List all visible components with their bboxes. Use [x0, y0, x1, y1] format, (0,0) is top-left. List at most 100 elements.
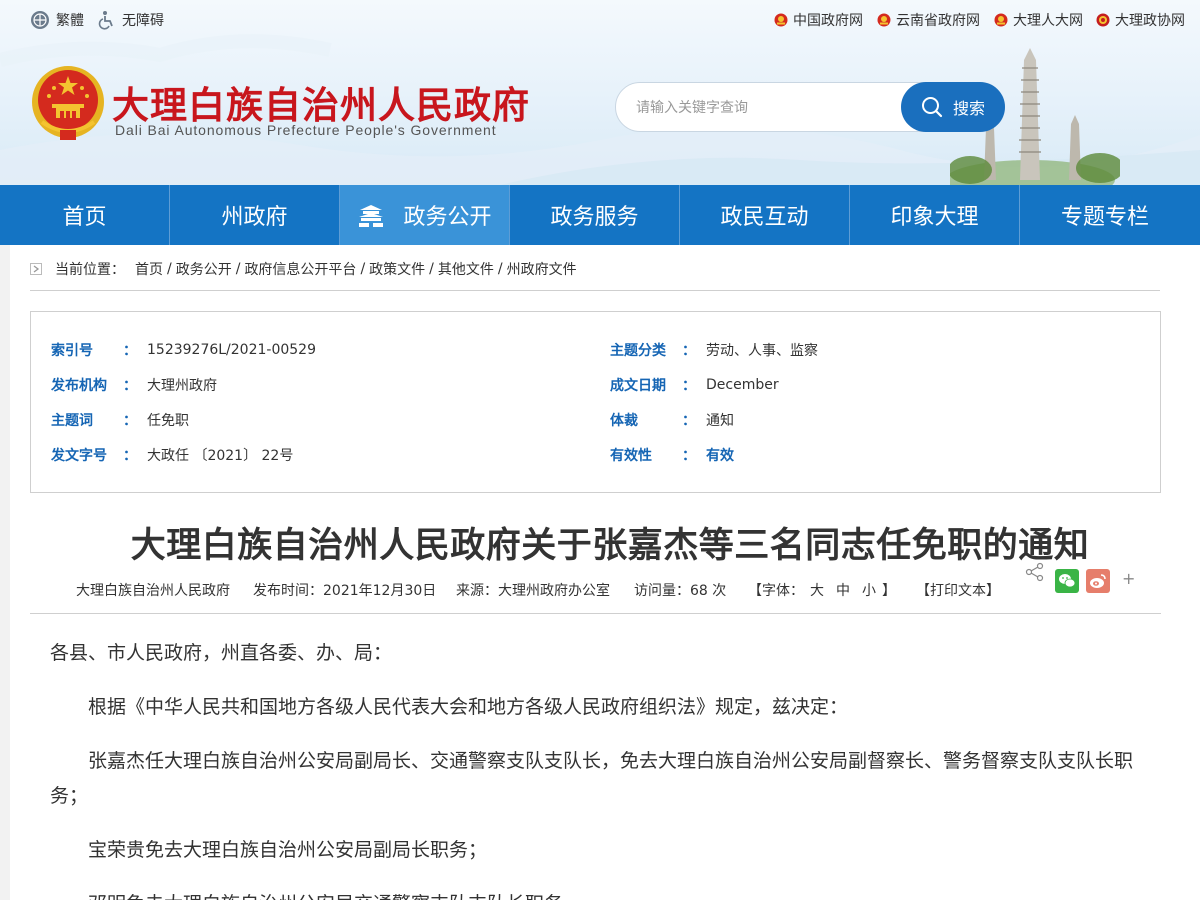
- meta-row-index-number: 索引号 ： 15239276L/2021-00529: [51, 339, 316, 361]
- meta-row-keywords: 主题词 ： 任免职: [51, 409, 189, 431]
- link-yunnan-gov[interactable]: 云南省政府网: [877, 10, 980, 30]
- nav-item-gov-affairs-disclosure[interactable]: 政务公开: [340, 185, 510, 245]
- article-source: 来源：大理州政府办公室: [456, 583, 610, 599]
- national-emblem-icon: [877, 13, 891, 27]
- link-label: 云南省政府网: [896, 13, 980, 29]
- content-salutation: 各县、市人民政府，州直各委、办、局：: [50, 642, 393, 664]
- meta-value: 大理州政府: [147, 378, 217, 394]
- nav-label: 政民互动: [720, 205, 809, 230]
- accessibility-toggle[interactable]: 无障碍: [96, 10, 164, 30]
- meta-row-document-number: 发文字号 ： 大政任 〔2021〕 22号: [51, 444, 293, 466]
- article-visit-count: 访问量：68 次: [634, 583, 727, 599]
- content-paragraph: 张嘉杰任大理白族自治州公安局副局长、交通警察支队支队长，免去大理白族自治州公安局…: [50, 750, 1134, 807]
- meta-row-topic-category: 主题分类 ： 劳动、人事、监察: [610, 339, 818, 361]
- meta-label: 体裁: [610, 413, 638, 429]
- nav-item-home[interactable]: 首页: [0, 185, 170, 245]
- article-publisher: 大理白族自治州人民政府: [76, 583, 230, 599]
- nav-label: 政务公开: [403, 205, 492, 230]
- search-button[interactable]: 搜索: [901, 82, 1005, 132]
- nav-item-public-interaction[interactable]: 政民互动: [680, 185, 850, 245]
- meta-label: 发布机构: [51, 378, 107, 394]
- article-title: 大理白族自治州人民政府关于张嘉杰等三名同志任免职的通知: [130, 526, 1090, 566]
- document-metadata-box: 索引号 ： 15239276L/2021-00529 发布机构 ： 大理州政府 …: [30, 311, 1161, 493]
- meta-value: December: [706, 377, 779, 393]
- breadcrumb-item-disclosure[interactable]: 政务公开: [176, 259, 232, 279]
- meta-value: 劳动、人事、监察: [706, 343, 818, 359]
- link-label: 大理人大网: [1013, 13, 1083, 29]
- meta-value: 15239276L/2021-00529: [147, 342, 316, 358]
- meta-colon: ：: [682, 413, 696, 429]
- content-paragraph: 邓明免去大理白族自治州公安局交通警察支队支队长职务。: [50, 887, 1150, 900]
- breadcrumb-item-other-docs[interactable]: 其他文件: [438, 259, 494, 279]
- nav-item-impression-dali[interactable]: 印象大理: [850, 185, 1020, 245]
- globe-icon: [31, 11, 49, 29]
- link-china-gov[interactable]: 中国政府网: [774, 10, 863, 30]
- meta-row-issuing-agency: 发布机构 ： 大理州政府: [51, 374, 217, 396]
- font-size-small-button[interactable]: 小: [862, 583, 876, 599]
- link-label: 大理政协网: [1115, 13, 1185, 29]
- share-wechat-button[interactable]: [1055, 569, 1079, 593]
- tiananmen-icon: [359, 205, 384, 227]
- nav-label: 专题专栏: [1060, 205, 1149, 230]
- meta-colon: ：: [682, 448, 696, 464]
- font-size-label-close: 】: [882, 583, 896, 599]
- share-icon[interactable]: [1025, 562, 1045, 582]
- breadcrumb-item-prefecture-docs[interactable]: 州政府文件: [507, 259, 577, 279]
- nav-item-gov-services[interactable]: 政务服务: [510, 185, 680, 245]
- meta-label: 发文字号: [51, 448, 107, 464]
- font-size-label-open: 【字体：: [748, 583, 804, 599]
- site-subtitle: Dali Bai Autonomous Prefecture People's …: [115, 122, 497, 138]
- wheelchair-icon: [98, 11, 113, 30]
- meta-label: 主题词: [51, 413, 93, 429]
- share-weibo-button[interactable]: [1086, 569, 1110, 593]
- print-text-button[interactable]: 【打印文本】: [916, 580, 1000, 600]
- traditional-chinese-toggle[interactable]: 繁體: [30, 10, 84, 30]
- breadcrumb-separator: /: [497, 260, 503, 277]
- top-utility-bar: 繁體 无障碍 中国政府网 云南省政府网 大理人大网 大理政协网: [0, 0, 1200, 40]
- weibo-icon: [1090, 574, 1106, 588]
- nav-item-special-topics[interactable]: 专题专栏: [1020, 185, 1190, 245]
- search-button-label: 搜索: [952, 99, 985, 118]
- validity-status: 有效: [706, 448, 734, 464]
- meta-colon: ：: [123, 343, 137, 359]
- national-emblem-logo[interactable]: [30, 64, 106, 144]
- search-input[interactable]: [636, 96, 896, 120]
- main-navigation: 首页 州政府 政务公开 政务服务 政民互动 印象大理 专题专栏: [0, 185, 1200, 245]
- breadcrumb-separator: /: [167, 260, 172, 277]
- content-paragraph: 宝荣贵免去大理白族自治州公安局副局长职务；: [88, 839, 488, 861]
- meta-row-genre: 体裁 ： 通知: [610, 409, 734, 431]
- meta-colon: ：: [682, 343, 696, 359]
- meta-colon: ：: [123, 378, 137, 394]
- article-content: 各县、市人民政府，州直各委、办、局： 根据《中华人民共和国地方各级人民代表大会和…: [50, 636, 1150, 900]
- meta-label: 成文日期: [610, 378, 666, 394]
- wechat-icon: [1059, 574, 1076, 588]
- accessibility-label: 无障碍: [122, 13, 164, 29]
- font-size-control: 【字体： 大中小】: [748, 580, 896, 600]
- breadcrumb-label: 当前位置：: [55, 261, 125, 278]
- breadcrumb-item-policy-docs[interactable]: 政策文件: [369, 259, 425, 279]
- breadcrumb-item-info-platform[interactable]: 政府信息公开平台: [244, 259, 356, 279]
- site-title: 大理白族自治州人民政府: [112, 83, 530, 127]
- share-more-button[interactable]: +: [1122, 569, 1135, 588]
- content-paragraph: 根据《中华人民共和国地方各级人民代表大会和地方各级人民政府组织法》规定，兹决定：: [88, 696, 849, 718]
- meta-colon: ：: [682, 378, 696, 394]
- link-dali-npc[interactable]: 大理人大网: [994, 10, 1083, 30]
- breadcrumb-item-home[interactable]: 首页: [135, 259, 163, 279]
- national-emblem-icon: [774, 13, 788, 27]
- meta-value: 大政任 〔2021〕 22号: [147, 448, 294, 464]
- article-info-bar: 大理白族自治州人民政府 发布时间：2021年12月30日 来源：大理州政府办公室…: [30, 562, 1161, 614]
- meta-row-validity: 有效性 ： 有效: [610, 444, 734, 466]
- location-arrow-icon: [30, 262, 42, 275]
- nav-label: 首页: [62, 205, 107, 230]
- article-publish-time: 发布时间：2021年12月30日: [253, 583, 437, 599]
- cppcc-emblem-icon: [1096, 13, 1110, 27]
- link-dali-cppcc[interactable]: 大理政协网: [1096, 10, 1185, 30]
- meta-row-written-date: 成文日期 ： December: [610, 374, 779, 396]
- font-size-large-button[interactable]: 大: [810, 583, 824, 599]
- nav-label: 州政府: [221, 205, 288, 230]
- nav-item-prefecture-gov[interactable]: 州政府: [170, 185, 340, 245]
- nav-label: 政务服务: [550, 205, 639, 230]
- nav-label: 印象大理: [890, 205, 979, 230]
- font-size-medium-button[interactable]: 中: [836, 583, 850, 599]
- site-header: 繁體 无障碍 中国政府网 云南省政府网 大理人大网 大理政协网 大理白族自治州人…: [0, 0, 1200, 185]
